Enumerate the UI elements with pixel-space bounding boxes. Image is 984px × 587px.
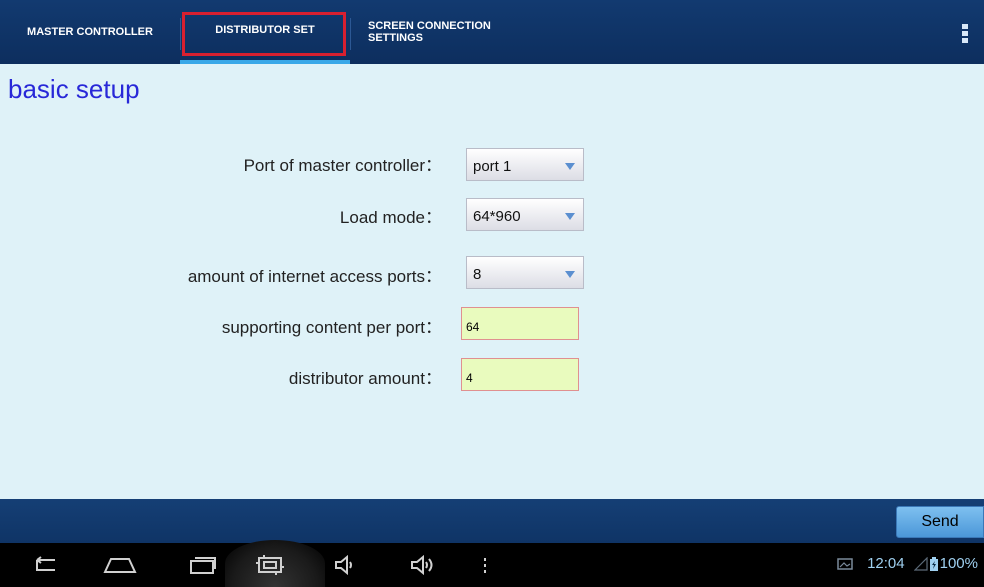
page-title: basic setup (8, 74, 140, 104)
tab-label: SCREEN CONNECTION (368, 20, 491, 32)
dropdown-arrow-icon (565, 163, 575, 170)
system-menu-icon[interactable] (470, 543, 500, 587)
action-bar (0, 499, 984, 543)
amount-ports-label: amount of internet access ports： (187, 267, 442, 286)
load-mode-label: Load mode： (339, 208, 442, 227)
signal-icon (913, 556, 928, 571)
back-icon[interactable] (20, 543, 70, 587)
port-select-value: port 1 (473, 158, 512, 175)
port-label: Port of master controller： (243, 156, 442, 175)
tab-bar: MASTER CONTROLLER DISTRIBUTOR SET SCREEN… (0, 0, 984, 64)
home-icon[interactable] (95, 543, 145, 587)
status-area: 12:04 100% (837, 555, 978, 572)
battery-icon (929, 556, 938, 571)
overflow-menu-icon[interactable] (962, 24, 968, 45)
tab-screen-connection-settings[interactable]: SCREEN CONNECTION SETTINGS (368, 0, 528, 64)
tab-distributor-set[interactable]: DISTRIBUTOR SET (180, 0, 350, 64)
clock: 12:04 (867, 555, 905, 572)
volume-down-icon[interactable] (325, 543, 365, 587)
send-button[interactable]: Send (896, 506, 984, 538)
recent-apps-icon[interactable] (178, 543, 228, 587)
port-select[interactable]: port 1 (466, 148, 584, 181)
tab-label: MASTER CONTROLLER (27, 26, 153, 38)
amount-ports-value: 8 (473, 266, 482, 283)
tab-master-controller[interactable]: MASTER CONTROLLER (0, 0, 180, 64)
tab-label: SETTINGS (368, 32, 424, 44)
screenshot-icon[interactable] (245, 543, 295, 587)
image-notification-icon (837, 557, 853, 570)
tab-divider (350, 18, 351, 50)
dropdown-arrow-icon (565, 213, 575, 220)
selection-highlight (182, 12, 346, 56)
supporting-content-field[interactable]: 64 (461, 307, 579, 340)
battery-percent: 100% (939, 555, 978, 572)
supporting-content-label: supporting content per port： (221, 318, 442, 337)
load-mode-value: 64*960 (473, 208, 521, 225)
distributor-amount-field[interactable]: 4 (461, 358, 579, 391)
amount-ports-select[interactable]: 8 (466, 256, 584, 289)
volume-up-icon[interactable] (403, 543, 443, 587)
load-mode-select[interactable]: 64*960 (466, 198, 584, 231)
dropdown-arrow-icon (565, 271, 575, 278)
distributor-amount-label: distributor amount： (288, 369, 442, 388)
